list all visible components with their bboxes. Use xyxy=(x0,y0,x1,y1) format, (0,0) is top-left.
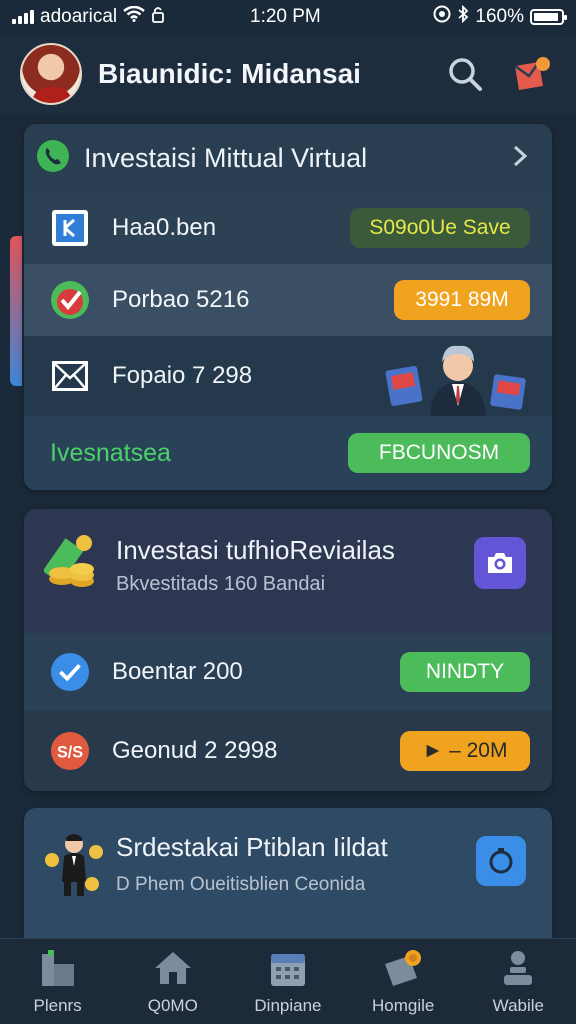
nav-label: Dinpiane xyxy=(254,995,322,1015)
card-title: Investasi tufhioReviailas xyxy=(116,535,395,565)
coins-icon xyxy=(42,531,98,596)
nav-item-wabile[interactable]: Wabile xyxy=(463,948,573,1016)
public-card: Srdestakai Ptiblan Iildat D Phem Oueitis… xyxy=(24,808,552,938)
lock-icon xyxy=(151,5,165,29)
nav-label: Homgile xyxy=(371,995,435,1015)
amount-badge[interactable]: 3991 89M xyxy=(394,280,530,320)
notification-icon xyxy=(514,57,550,90)
camera-button[interactable] xyxy=(474,537,526,589)
card-subtitle: Bkvestitads 160 Bandai xyxy=(116,573,326,595)
refresh-button[interactable] xyxy=(476,836,526,886)
chevron-right-icon xyxy=(512,145,528,172)
alarm-icon xyxy=(433,5,451,29)
list-item[interactable]: S/S Geonud 2 2998 ► ‒ 20M xyxy=(24,711,552,791)
row-label: Porbao 5216 xyxy=(112,286,250,313)
signal-icon xyxy=(12,10,34,24)
nav-label: Q0MO xyxy=(147,995,198,1015)
card-header[interactable]: Investaisi Mittual Virtual xyxy=(24,124,552,192)
nav-item-dinpiane[interactable]: Dinpiane xyxy=(233,948,343,1016)
home-icon xyxy=(154,951,191,984)
mail-icon xyxy=(50,356,90,396)
status-right: 160% xyxy=(433,4,567,29)
list-item[interactable]: Fopaio 7 298 xyxy=(24,336,552,416)
mutual-virtual-card: Investaisi Mittual Virtual Haa0.ben S09o… xyxy=(24,124,552,490)
check-badge-icon xyxy=(50,280,90,320)
row-label: Haa0.ben xyxy=(112,214,217,241)
wallet-icon xyxy=(385,949,422,986)
user-name: Biaunidic: Midansai xyxy=(98,58,361,89)
search-icon xyxy=(449,58,482,91)
bottom-nav: Plenrs Q0MO Dinpiane Homgile Wabile xyxy=(0,938,576,1024)
percent-icon: S/S xyxy=(50,731,90,771)
nav-item-homgile[interactable]: Homgile xyxy=(348,948,458,1016)
checkmark-icon xyxy=(50,652,90,692)
subtitle-prefix: D xyxy=(116,874,130,895)
footer-label: Ivesnatsea xyxy=(50,438,171,467)
profile-icon xyxy=(504,950,533,985)
card-subtitle: Phem Oueitisblien Ceonida xyxy=(135,874,366,895)
timer-icon xyxy=(489,848,513,874)
card-subtitle-row: D Phem Oueitisblien Ceonida xyxy=(116,874,365,896)
contact-card-icon xyxy=(50,208,90,248)
svg-text:S/S: S/S xyxy=(57,744,83,762)
avatar[interactable] xyxy=(20,43,82,105)
businessman-coins-icon xyxy=(42,830,106,905)
nav-label: Plenrs xyxy=(33,995,82,1015)
bluetooth-icon xyxy=(457,4,469,29)
calendar-icon xyxy=(270,953,305,986)
battery-percent: 160% xyxy=(475,6,524,27)
nav-label: Wabile xyxy=(492,995,545,1015)
list-item[interactable]: Boentar 200 NINDTY xyxy=(24,633,552,711)
battery-icon xyxy=(530,9,567,25)
row-label: Geonud 2 2998 xyxy=(112,737,278,764)
clock: 1:20 PM xyxy=(250,6,321,27)
status-bar: adoarical 1:20 PM 160% xyxy=(0,0,576,34)
card-title: Investaisi Mittual Virtual xyxy=(84,142,368,173)
row-label: Fopaio 7 298 xyxy=(112,362,253,389)
businessman-illustration xyxy=(384,336,530,416)
reviews-card: Investasi tufhioReviailas Bkvestitads 16… xyxy=(24,509,552,791)
card-header[interactable]: Investasi tufhioReviailas Bkvestitads 16… xyxy=(24,509,552,633)
amount-badge[interactable]: ► ‒ 20M xyxy=(400,731,530,771)
nav-item-plenrs[interactable]: Plenrs xyxy=(3,948,113,1016)
notification-button[interactable] xyxy=(506,49,556,99)
phone-icon xyxy=(36,139,70,178)
nav-item-home[interactable]: Q0MO xyxy=(118,948,228,1016)
save-badge[interactable]: S09o0Ue Save xyxy=(350,208,530,248)
status-left: adoarical xyxy=(12,5,165,29)
search-button[interactable] xyxy=(440,49,490,99)
wifi-icon xyxy=(123,5,145,28)
primary-action-button[interactable]: FBCUNOSM xyxy=(348,433,530,473)
camera-icon xyxy=(488,553,512,573)
card-footer: Ivesnatsea FBCUNOSM xyxy=(24,416,552,490)
carrier-name: adoarical xyxy=(40,6,118,27)
list-item[interactable]: Porbao 5216 3991 89M xyxy=(24,264,552,336)
status-badge[interactable]: NINDTY xyxy=(400,652,530,692)
row-label: Boentar 200 xyxy=(112,658,243,685)
card-title: Srdestakai Ptiblan Iildat xyxy=(116,832,388,862)
list-item[interactable]: Haa0.ben S09o0Ue Save xyxy=(24,192,552,264)
app-header: Biaunidic: Midansai xyxy=(0,34,576,114)
building-icon xyxy=(41,949,74,986)
left-accent-bar xyxy=(10,236,22,386)
